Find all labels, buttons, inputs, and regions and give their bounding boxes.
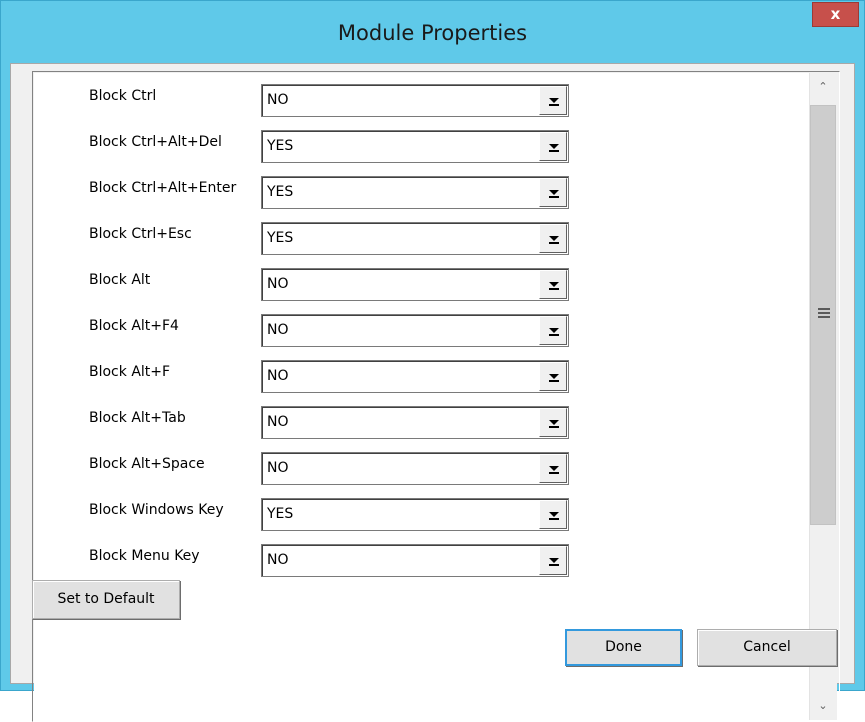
underline-mark [549, 196, 559, 198]
dropdown-arrow-icon[interactable] [539, 316, 567, 345]
underline-mark [549, 288, 559, 290]
property-row: Block Alt NO [34, 268, 809, 301]
selected-value: NO [267, 552, 289, 568]
chevron-down-icon [549, 236, 559, 241]
vertical-scrollbar[interactable]: ⌃ ⌄ [809, 73, 837, 720]
chevron-down-icon [549, 558, 559, 563]
property-label: Block Ctrl+Alt+Enter [89, 180, 237, 196]
selected-value: NO [267, 414, 289, 430]
set-to-default-button[interactable]: Set to Default [32, 580, 180, 619]
selected-value: YES [267, 506, 294, 522]
property-row: Block Ctrl+Alt+Enter YES [34, 176, 809, 209]
chevron-down-icon [549, 420, 559, 425]
dropdown-arrow-icon[interactable] [539, 132, 567, 161]
chevron-down-icon [549, 98, 559, 103]
property-label: Block Alt [89, 272, 151, 288]
property-row: Block Alt+Space NO [34, 452, 809, 485]
selected-value: NO [267, 460, 289, 476]
property-row: Block Alt+Tab NO [34, 406, 809, 439]
property-value-select[interactable]: YES [261, 498, 569, 531]
property-row: Block Ctrl+Esc YES [34, 222, 809, 255]
chevron-down-icon [549, 282, 559, 287]
underline-mark [549, 104, 559, 106]
property-label: Block Alt+Space [89, 456, 205, 472]
underline-mark [549, 518, 559, 520]
selected-value: NO [267, 92, 289, 108]
chevron-down-icon [549, 144, 559, 149]
underline-mark [549, 150, 559, 152]
dropdown-arrow-icon[interactable] [539, 362, 567, 391]
dropdown-arrow-icon[interactable] [539, 178, 567, 207]
underline-mark [549, 380, 559, 382]
property-value-select[interactable]: NO [261, 360, 569, 393]
chevron-down-icon [549, 512, 559, 517]
dropdown-arrow-icon[interactable] [539, 270, 567, 299]
chevron-down-icon [549, 190, 559, 195]
underline-mark [549, 334, 559, 336]
property-value-select[interactable]: NO [261, 406, 569, 439]
underline-mark [549, 242, 559, 244]
property-label: Block Alt+F4 [89, 318, 179, 334]
property-row: Block Windows Key YES [34, 498, 809, 531]
property-label: Block Alt+Tab [89, 410, 186, 426]
underline-mark [549, 472, 559, 474]
dropdown-arrow-icon[interactable] [539, 86, 567, 115]
scroll-down-icon[interactable]: ⌄ [810, 692, 836, 720]
close-button[interactable]: x [812, 2, 859, 27]
dropdown-arrow-icon[interactable] [539, 500, 567, 529]
property-label: Block Alt+F [89, 364, 171, 380]
property-value-select[interactable]: YES [261, 222, 569, 255]
property-list: Block Ctrl NO Block Ctrl+Alt+Del YES Block C… [34, 73, 809, 720]
property-label: Block Menu Key [89, 548, 200, 564]
selected-value: NO [267, 322, 289, 338]
property-label: Block Ctrl+Esc [89, 226, 192, 242]
property-row: Block Alt+F4 NO [34, 314, 809, 347]
chevron-down-icon [549, 328, 559, 333]
property-value-select[interactable]: YES [261, 176, 569, 209]
selected-value: YES [267, 138, 294, 154]
dropdown-arrow-icon[interactable] [539, 408, 567, 437]
selected-value: NO [267, 368, 289, 384]
property-row: Block Ctrl NO [34, 84, 809, 117]
property-value-select[interactable]: NO [261, 268, 569, 301]
dropdown-arrow-icon[interactable] [539, 224, 567, 253]
property-label: Block Ctrl+Alt+Del [89, 134, 222, 150]
property-value-select[interactable]: NO [261, 544, 569, 577]
chevron-down-icon [549, 466, 559, 471]
property-row: Block Ctrl+Alt+Del YES [34, 130, 809, 163]
done-button[interactable]: Done [565, 629, 682, 666]
window-title: Module Properties [337, 21, 528, 45]
property-value-select[interactable]: NO [261, 84, 569, 117]
property-value-select[interactable]: YES [261, 130, 569, 163]
property-value-select[interactable]: NO [261, 452, 569, 485]
dropdown-arrow-icon[interactable] [539, 454, 567, 483]
scroll-thumb[interactable] [810, 105, 836, 525]
cancel-button[interactable]: Cancel [697, 629, 837, 666]
dropdown-arrow-icon[interactable] [539, 546, 567, 575]
underline-mark [549, 426, 559, 428]
property-label: Block Ctrl [89, 88, 157, 104]
grip-icon [818, 308, 830, 318]
title-bar[interactable]: Module Properties x [1, 1, 864, 63]
chevron-down-icon [549, 374, 559, 379]
property-row: Block Alt+F NO [34, 360, 809, 393]
property-row: Block Menu Key NO [34, 544, 809, 577]
property-value-select[interactable]: NO [261, 314, 569, 347]
selected-value: YES [267, 184, 294, 200]
scroll-up-icon[interactable]: ⌃ [810, 73, 836, 101]
property-label: Block Windows Key [89, 502, 224, 518]
selected-value: YES [267, 230, 294, 246]
underline-mark [549, 564, 559, 566]
selected-value: NO [267, 276, 289, 292]
